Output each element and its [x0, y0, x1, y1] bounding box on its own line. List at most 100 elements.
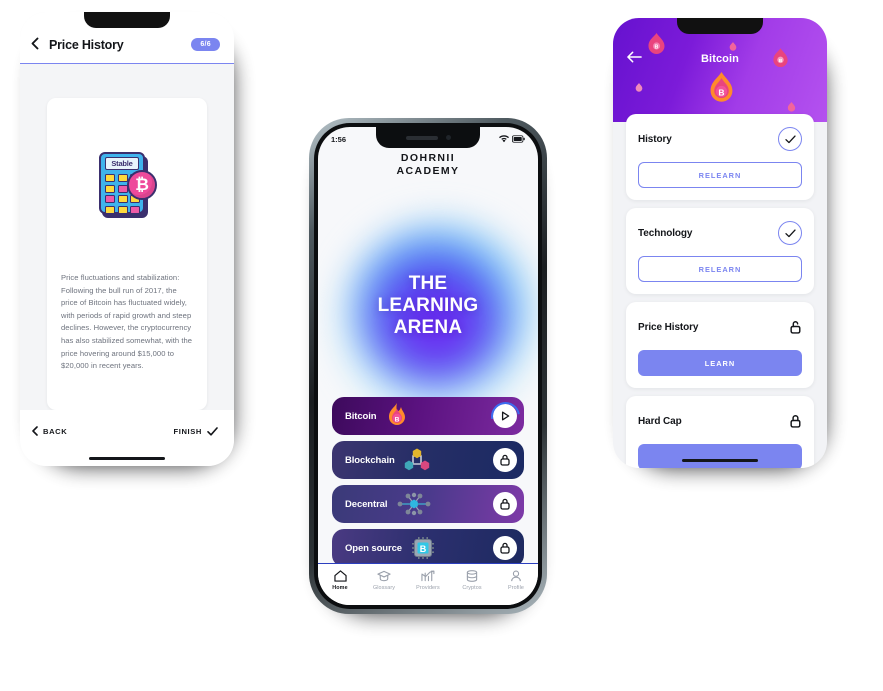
tab-providers[interactable]: Providers — [406, 569, 450, 591]
front-camera — [445, 135, 451, 140]
check-icon — [207, 426, 218, 436]
bottom-tab-bar: Home Glossary Providers Cryptos Profile — [318, 563, 538, 605]
relearn-button[interactable]: RELEARN — [638, 162, 802, 188]
lock-icon — [790, 414, 802, 428]
module-title: Hard Cap — [638, 415, 682, 427]
lesson-label: Blockchain — [345, 454, 395, 466]
module-card-history[interactable]: History RELEARN — [626, 114, 814, 200]
lesson-row-decentral[interactable]: Decentral — [332, 485, 524, 523]
hero-line-3: ARENA — [393, 317, 463, 338]
home-indicator — [682, 458, 758, 462]
learn-button[interactable]: LEARN — [638, 350, 802, 376]
status-time: 1:56 — [331, 134, 347, 144]
database-icon — [450, 569, 494, 583]
left-footer: BACK FINISH — [20, 410, 234, 466]
center-phone-frame: 1:56 DOHRNII ACADEMY THE LEARNING ARENA … — [309, 118, 547, 614]
lock-icon — [500, 454, 510, 466]
lock-icon — [500, 498, 510, 510]
lesson-row-bitcoin[interactable]: Bitcoin B — [332, 397, 524, 435]
module-card-technology[interactable]: Technology RELEARN — [626, 208, 814, 294]
hero-line-1: THE — [408, 273, 448, 294]
lesson-card: Stable ₿ Price fluctuations and stabiliz… — [47, 98, 207, 410]
right-phone: B B B Bitcoin History RELEARN Technology… — [613, 18, 827, 468]
decentralized-network-icon — [396, 491, 432, 517]
center-phone: 1:56 DOHRNII ACADEMY THE LEARNING ARENA … — [309, 118, 547, 614]
tab-label: Home — [332, 585, 348, 591]
progress-ring — [484, 397, 524, 435]
left-phone-screen: Price History 6/6 Stable ₿ Price fluctua… — [20, 12, 234, 466]
logo-line-2: ACADEMY — [396, 165, 460, 177]
svg-text:B: B — [718, 88, 724, 98]
mockup-stage: Price History 6/6 Stable ₿ Price fluctua… — [0, 0, 883, 691]
home-indicator — [89, 456, 165, 460]
lesson-label: Bitcoin — [345, 410, 377, 422]
left-phone-notch — [84, 12, 170, 28]
unlock-icon — [790, 320, 802, 334]
course-header-bar: Bitcoin — [613, 51, 827, 66]
lock-button[interactable] — [493, 492, 517, 516]
module-title: Price History — [638, 321, 699, 333]
home-icon — [318, 569, 362, 583]
flame-bitcoin-icon-large: B — [710, 72, 733, 102]
page-title: Price History — [49, 37, 124, 52]
progress-badge: 6/6 — [191, 38, 220, 51]
wifi-icon — [499, 135, 509, 143]
tab-label: Profile — [508, 585, 524, 591]
graduation-cap-icon — [362, 569, 406, 583]
chevron-left-icon — [32, 426, 38, 436]
center-phone-bezel: 1:56 DOHRNII ACADEMY THE LEARNING ARENA … — [314, 123, 542, 609]
finish-button[interactable]: FINISH — [174, 427, 219, 436]
center-phone-screen: 1:56 DOHRNII ACADEMY THE LEARNING ARENA … — [318, 127, 538, 605]
chart-up-icon — [406, 569, 450, 583]
finish-button-label: FINISH — [173, 426, 202, 436]
blockchain-nodes-icon — [404, 447, 430, 473]
module-title: History — [638, 133, 672, 145]
right-phone-notch — [677, 18, 763, 34]
module-title: Technology — [638, 227, 693, 239]
play-button[interactable] — [484, 397, 524, 435]
back-button-label: BACK — [43, 426, 68, 436]
module-card-hard-cap[interactable]: Hard Cap — [626, 396, 814, 468]
check-circle-icon — [778, 221, 802, 245]
course-title: Bitcoin — [701, 52, 739, 65]
right-phone-screen: B B B Bitcoin History RELEARN Technology… — [613, 18, 827, 468]
bitcoin-coin-icon: ₿ — [127, 170, 157, 200]
hero-title: THE LEARNING ARENA — [318, 273, 538, 339]
app-logo: DOHRNII ACADEMY — [318, 152, 538, 178]
flame-decoration-small — [635, 83, 643, 92]
tab-cryptos[interactable]: Cryptos — [450, 569, 494, 591]
svg-text:B: B — [655, 45, 659, 51]
module-card-price-history[interactable]: Price History LEARN — [626, 302, 814, 388]
tab-profile[interactable]: Profile — [494, 569, 538, 591]
earpiece-speaker — [405, 135, 438, 140]
lesson-label: Decentral — [345, 498, 388, 510]
hero-line-2: LEARNING — [377, 295, 479, 316]
check-circle-icon — [778, 127, 802, 151]
flame-bitcoin-icon: B — [386, 403, 408, 429]
calculator-screen-label: Stable — [105, 157, 139, 170]
center-phone-notch — [376, 127, 480, 148]
lock-button[interactable] — [493, 536, 517, 560]
svg-text:B: B — [420, 544, 427, 554]
chip-bitcoin-icon: B — [411, 536, 435, 560]
lesson-row-blockchain[interactable]: Blockchain — [332, 441, 524, 479]
lesson-row-open-source[interactable]: Open source B — [332, 529, 524, 567]
calculator-bitcoin-illustration: Stable ₿ — [61, 150, 193, 218]
tab-glossary[interactable]: Glossary — [362, 569, 406, 591]
lesson-list: Bitcoin B Blockchain Decentral Open sour… — [332, 397, 524, 573]
relearn-button[interactable]: RELEARN — [638, 256, 802, 282]
tab-home[interactable]: Home — [318, 569, 362, 591]
back-button[interactable]: BACK — [32, 426, 67, 436]
tab-label: Providers — [416, 585, 440, 591]
left-phone: Price History 6/6 Stable ₿ Price fluctua… — [20, 12, 234, 466]
module-card-list: History RELEARN Technology RELEARN Price… — [626, 114, 814, 468]
person-icon — [494, 569, 538, 583]
chevron-left-icon[interactable] — [31, 36, 49, 53]
lock-button[interactable] — [493, 448, 517, 472]
logo-line-1: DOHRNII — [400, 152, 456, 164]
battery-icon — [512, 135, 525, 143]
learn-button[interactable] — [638, 444, 802, 468]
tab-label: Glossary — [372, 585, 396, 591]
flame-decoration-small — [787, 102, 796, 112]
svg-text:B: B — [394, 416, 399, 423]
